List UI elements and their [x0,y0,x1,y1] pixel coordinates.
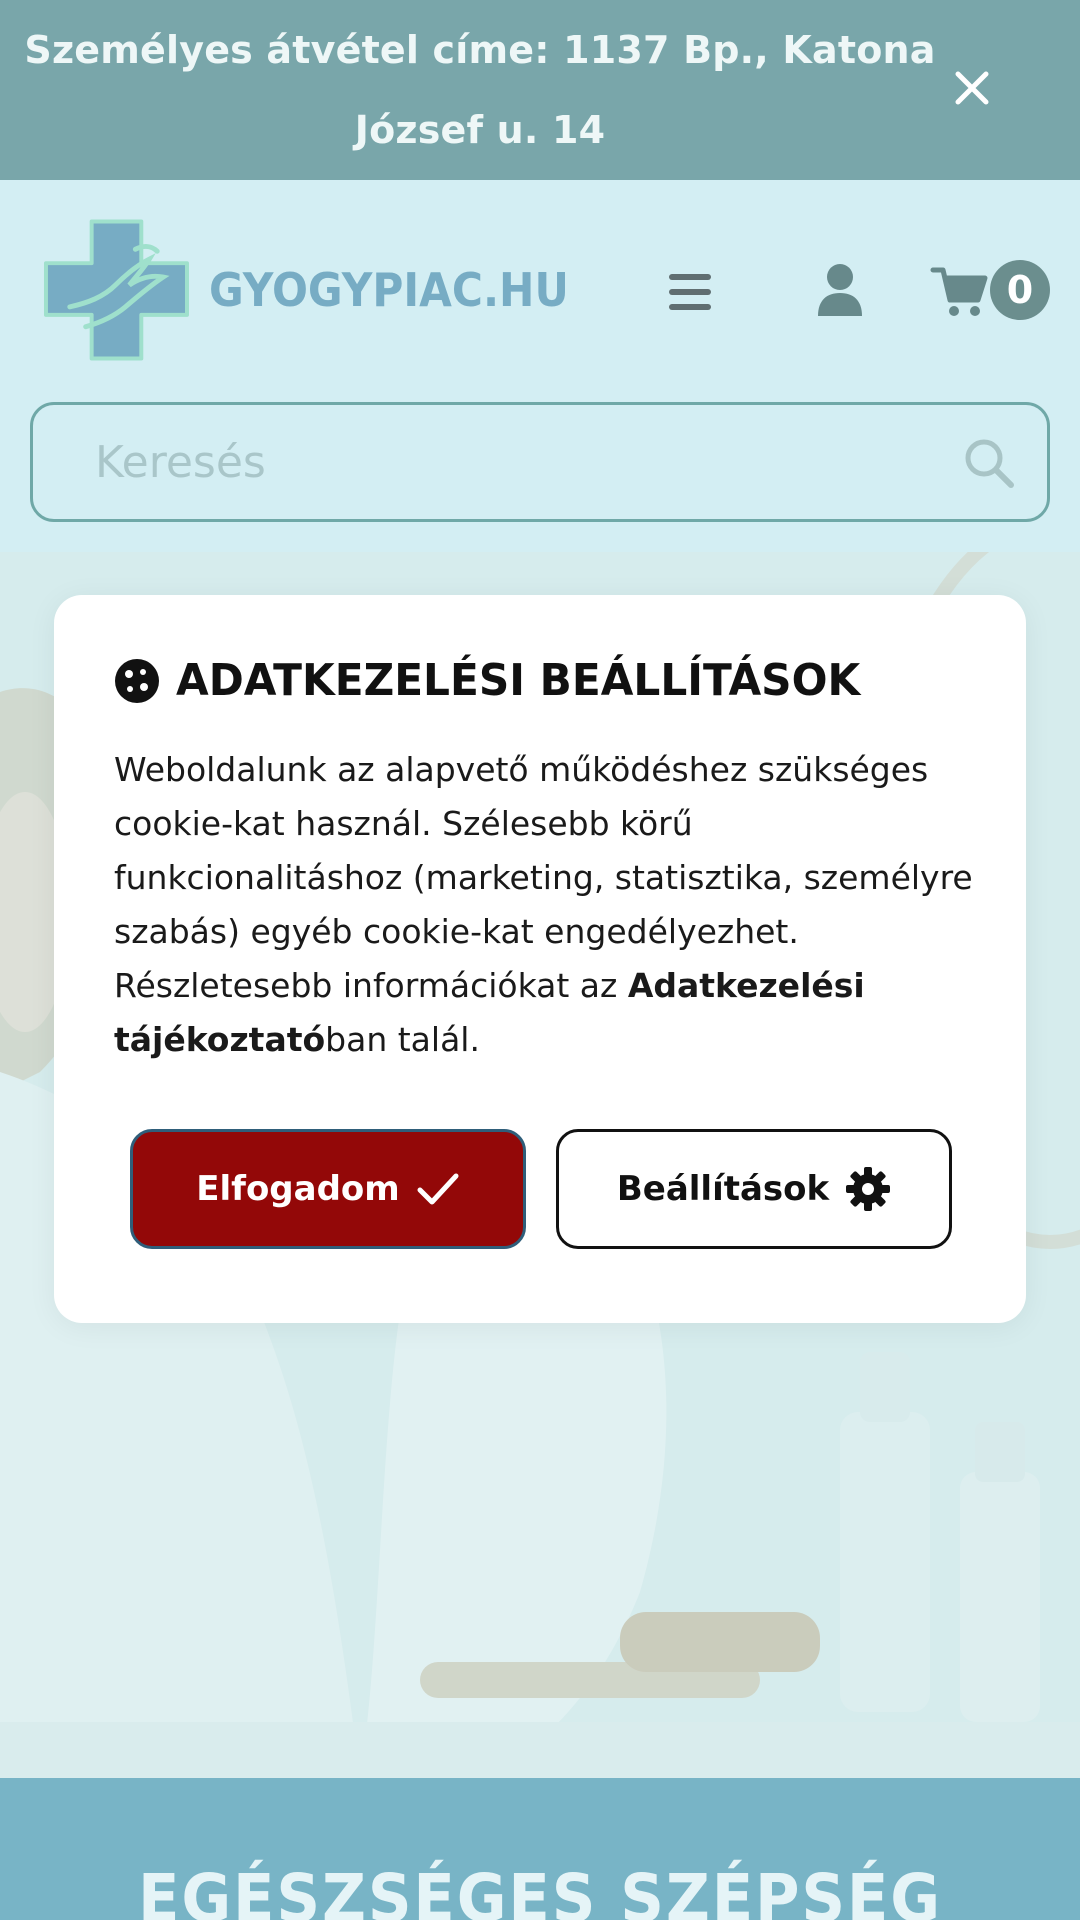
site-logo[interactable]: GYOGYPIAC.HU [40,215,600,365]
settings-button[interactable]: Beállítások [556,1129,952,1249]
cookie-dialog-title: ADATKEZELÉSI BEÁLLÍTÁSOK [176,655,861,706]
logo-cross-icon [43,219,189,361]
menu-icon[interactable] [665,270,715,314]
logo-text: GYOGYPIAC.HU [208,263,569,317]
cart-icon [930,267,988,316]
search-icon[interactable] [963,437,1015,489]
site-header: GYOGYPIAC.HU 0 [0,180,1080,552]
gear-icon [846,1167,891,1211]
category-banner: EGÉSZSÉGES SZÉPSÉG [0,1778,1080,1920]
cookie-icon [115,658,159,703]
announcement-text: Személyes átvétel címe: 1137 Bp., Katona… [24,28,936,152]
accept-button[interactable]: Elfogadom [130,1129,526,1249]
cart-count-badge: 0 [990,260,1050,320]
cookie-body-suffix: ban talál. [325,1020,480,1059]
cookie-consent-dialog: ADATKEZELÉSI BEÁLLÍTÁSOK Weboldalunk az … [54,595,1026,1323]
checkmark-icon [417,1173,459,1205]
accept-button-label: Elfogadom [196,1169,400,1209]
close-icon[interactable] [954,70,990,106]
settings-button-label: Beállítások [616,1169,830,1209]
user-icon[interactable] [815,262,865,318]
search-input[interactable] [95,436,895,488]
cart-button[interactable]: 0 [930,258,1060,324]
cookie-dialog-header: ADATKEZELÉSI BEÁLLÍTÁSOK [114,655,889,706]
cookie-dialog-text: Weboldalunk az alapvető működéshez szüks… [114,743,974,1067]
announcement-bar: Személyes átvétel címe: 1137 Bp., Katona… [0,0,1080,180]
banner-title: EGÉSZSÉGES SZÉPSÉG [138,1860,942,1920]
search-box [30,402,1050,522]
